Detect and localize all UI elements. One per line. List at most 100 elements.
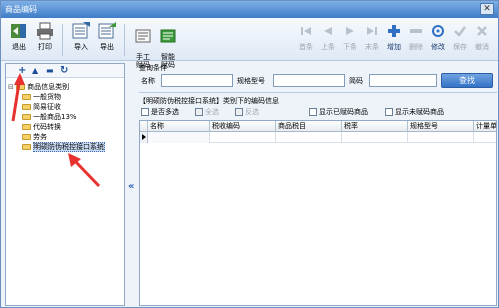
column-header[interactable]: 税收编码 (210, 121, 276, 132)
invert-selection-label: 反选 (245, 108, 259, 116)
tree-item-selected[interactable]: 明硕防伪税控接口系统 (8, 142, 105, 152)
exit-icon (11, 24, 26, 38)
manual-code-icon (135, 29, 151, 43)
column-header[interactable]: 商品税目 (276, 121, 342, 132)
tree-item[interactable]: 代码转换 (8, 122, 105, 132)
folder-icon (22, 94, 31, 100)
last-record-button[interactable]: 末条 (361, 24, 383, 58)
undo-button[interactable]: 撤消 (471, 24, 493, 58)
tree-item[interactable]: 简易征收 (8, 102, 105, 112)
save-icon (454, 26, 466, 37)
folder-icon (22, 144, 31, 150)
short-code-input[interactable] (369, 74, 437, 87)
smart-code-button[interactable]: 智能 赋码 (154, 21, 182, 69)
toolbar-separator (124, 24, 125, 56)
add-icon (388, 25, 400, 37)
smart-code-icon (160, 29, 176, 43)
select-all-label: 全选 (205, 108, 219, 116)
column-header[interactable]: 名称 (148, 121, 210, 132)
current-row-icon (140, 132, 148, 143)
delete-icon (410, 29, 422, 33)
table-cell[interactable] (342, 132, 408, 143)
refresh-icon[interactable]: ↻ (60, 65, 68, 77)
edit-button[interactable]: 修改 (427, 24, 449, 58)
category-tree: ⊟ 商品信息类别 一般货物 简易征收 一般商品13% 代码转换 劳务 明硕防伪税… (8, 82, 105, 152)
column-header[interactable]: 计量单 (474, 121, 496, 132)
table-cell[interactable] (148, 132, 210, 143)
show-coded-label: 显示已赋码商品 (319, 108, 368, 116)
model-label: 规格型号 (237, 77, 265, 85)
save-button[interactable]: 保存 (449, 24, 471, 58)
table-cell[interactable] (408, 132, 474, 143)
undo-icon (477, 26, 487, 36)
folder-icon (22, 104, 31, 110)
last-icon (367, 27, 377, 35)
content-pane: 查询条件 名称 规格型号 简码 查找 【明硕防伪税控接口系统】类别下的编码信息 … (139, 63, 497, 306)
model-input[interactable] (273, 74, 345, 87)
select-all-checkbox[interactable] (195, 108, 203, 116)
print-button[interactable]: 打印 (31, 21, 59, 59)
name-label: 名称 (141, 77, 155, 85)
code-info-group: 【明硕防伪税控接口系统】类别下的编码信息 是否多选 全选 反选 显示已赋码商品 … (139, 96, 497, 306)
main-window: 商品编码 ✕ 退出 打印 导入 导出 手工 赋码 智能 赋码 首条 上条 下条 … (0, 0, 499, 308)
table-cell[interactable] (474, 132, 496, 143)
toolbar-separator (62, 24, 63, 56)
multi-select-checkbox[interactable] (141, 108, 149, 116)
window-title: 商品编码 (5, 5, 37, 14)
column-header[interactable]: 规格型号 (408, 121, 474, 132)
name-input[interactable] (161, 74, 233, 87)
export-button[interactable]: 导出 (93, 21, 121, 59)
table-cell[interactable] (210, 132, 276, 143)
edit-icon (432, 25, 444, 37)
row-indicator-header (140, 121, 148, 132)
next-icon (346, 27, 354, 35)
invert-selection-checkbox[interactable] (235, 108, 243, 116)
multi-select-label: 是否多选 (151, 108, 179, 116)
show-uncoded-label: 显示未赋码商品 (395, 108, 444, 116)
first-record-button[interactable]: 首条 (295, 24, 317, 58)
filter-options: 是否多选 全选 反选 显示已赋码商品 显示未赋码商品 (139, 106, 497, 118)
table-cell[interactable] (276, 132, 342, 143)
folder-icon (22, 124, 31, 130)
tree-item[interactable]: 一般商品13% (8, 112, 105, 122)
first-icon (301, 27, 311, 35)
delete-button[interactable]: 删除 (405, 24, 427, 58)
folder-icon (16, 84, 26, 90)
column-header[interactable]: 税率 (342, 121, 408, 132)
import-button[interactable]: 导入 (67, 21, 95, 59)
tree-expander-icon[interactable]: ⊟ (8, 83, 14, 91)
folder-icon (22, 134, 31, 140)
add-category-button[interactable]: + (18, 65, 26, 77)
prev-record-button[interactable]: 上条 (317, 24, 339, 58)
add-button[interactable]: 增加 (383, 24, 405, 58)
import-icon (72, 22, 90, 39)
close-window-button[interactable]: ✕ (480, 3, 494, 15)
remove-category-button[interactable]: ▬ (46, 65, 54, 77)
query-group: 查询条件 名称 规格型号 简码 查找 (139, 63, 497, 93)
printer-icon (37, 22, 53, 40)
query-group-title: 查询条件 (139, 64, 167, 72)
collapse-pane-icon[interactable]: « (128, 181, 134, 192)
move-up-button[interactable]: ▲ (32, 65, 38, 77)
toolbar: 退出 打印 导入 导出 手工 赋码 智能 赋码 首条 上条 下条 末条 增加 删… (1, 18, 498, 69)
export-icon (98, 22, 116, 39)
title-bar: 商品编码 ✕ (1, 1, 498, 18)
tree-item[interactable]: 一般货物 (8, 92, 105, 102)
tree-item[interactable]: 劳务 (8, 132, 105, 142)
exit-button[interactable]: 退出 (5, 21, 33, 59)
manual-code-button[interactable]: 手工 赋码 (129, 21, 157, 69)
short-code-label: 简码 (349, 77, 363, 85)
code-info-title: 【明硕防伪税控接口系统】类别下的编码信息 (139, 97, 279, 105)
next-record-button[interactable]: 下条 (339, 24, 361, 58)
show-coded-checkbox[interactable] (309, 108, 317, 116)
search-button[interactable]: 查找 (441, 73, 493, 88)
show-uncoded-checkbox[interactable] (385, 108, 393, 116)
prev-icon (324, 27, 332, 35)
pane-splitter[interactable]: « (128, 63, 136, 306)
folder-icon (22, 114, 31, 120)
code-table: 名称 税收编码 商品税目 税率 规格型号 计量单 (139, 120, 497, 306)
table-header: 名称 税收编码 商品税目 税率 规格型号 计量单 (140, 121, 496, 132)
table-row[interactable] (140, 132, 496, 143)
category-tree-pane: + ▲ ▬ ↻ ⊟ 商品信息类别 一般货物 简易征收 一般商品13% 代码转换 (5, 63, 125, 306)
tree-root[interactable]: ⊟ 商品信息类别 (8, 82, 105, 92)
